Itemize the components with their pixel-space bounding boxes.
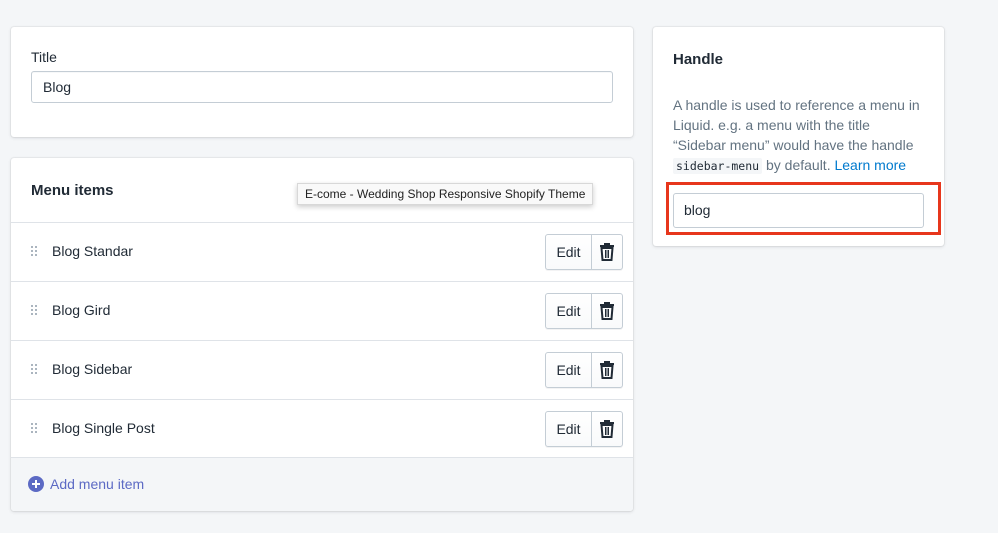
edit-button[interactable]: Edit — [546, 294, 592, 328]
delete-button[interactable] — [592, 235, 622, 269]
drag-handle-icon[interactable] — [31, 305, 39, 317]
menu-item-row: Blog Standar Edit — [11, 222, 633, 281]
menu-item-row: Blog Single Post Edit — [11, 399, 633, 458]
title-card: Title Blog — [11, 27, 633, 137]
delete-button[interactable] — [592, 412, 622, 446]
handle-code-example: sidebar-menu — [673, 158, 763, 174]
edit-button[interactable]: Edit — [546, 353, 592, 387]
drag-handle-icon[interactable] — [31, 246, 39, 258]
menu-items-card: Menu items Blog Standar Edit Blog Gird E… — [11, 158, 633, 511]
menu-item-actions: Edit — [545, 411, 623, 447]
menu-item-label: Blog Standar — [52, 243, 133, 259]
menu-items-heading: Menu items — [31, 182, 114, 199]
add-menu-item-button[interactable]: Add menu item — [28, 476, 144, 492]
menu-item-row: Blog Gird Edit — [11, 281, 633, 340]
trash-icon — [600, 302, 614, 320]
title-input[interactable]: Blog — [31, 71, 613, 103]
theme-tooltip: E-come - Wedding Shop Responsive Shopify… — [297, 183, 594, 205]
title-label: Title — [31, 49, 57, 65]
edit-button[interactable]: Edit — [546, 412, 592, 446]
handle-description-text: A handle is used to reference a menu in … — [673, 97, 920, 153]
handle-heading: Handle — [673, 51, 724, 68]
handle-description: A handle is used to reference a menu in … — [673, 95, 925, 176]
delete-button[interactable] — [592, 353, 622, 387]
drag-handle-icon[interactable] — [31, 364, 39, 376]
trash-icon — [600, 420, 614, 438]
edit-button[interactable]: Edit — [546, 235, 592, 269]
menu-item-label: Blog Gird — [52, 302, 111, 318]
menu-item-actions: Edit — [545, 293, 623, 329]
handle-description-text-end: by default. — [762, 157, 835, 173]
trash-icon — [600, 361, 614, 379]
menu-item-label: Blog Single Post — [52, 420, 155, 436]
add-menu-item-label: Add menu item — [50, 476, 145, 492]
plus-circle-icon — [28, 476, 44, 492]
menu-item-row: Blog Sidebar Edit — [11, 340, 633, 399]
menu-item-label: Blog Sidebar — [52, 361, 133, 377]
trash-icon — [600, 243, 614, 261]
learn-more-link[interactable]: Learn more — [834, 157, 906, 173]
menu-item-actions: Edit — [545, 234, 623, 270]
menu-items-footer: Add menu item — [11, 457, 633, 511]
drag-handle-icon[interactable] — [31, 423, 39, 435]
handle-input-highlight — [666, 182, 941, 235]
delete-button[interactable] — [592, 294, 622, 328]
menu-item-actions: Edit — [545, 352, 623, 388]
